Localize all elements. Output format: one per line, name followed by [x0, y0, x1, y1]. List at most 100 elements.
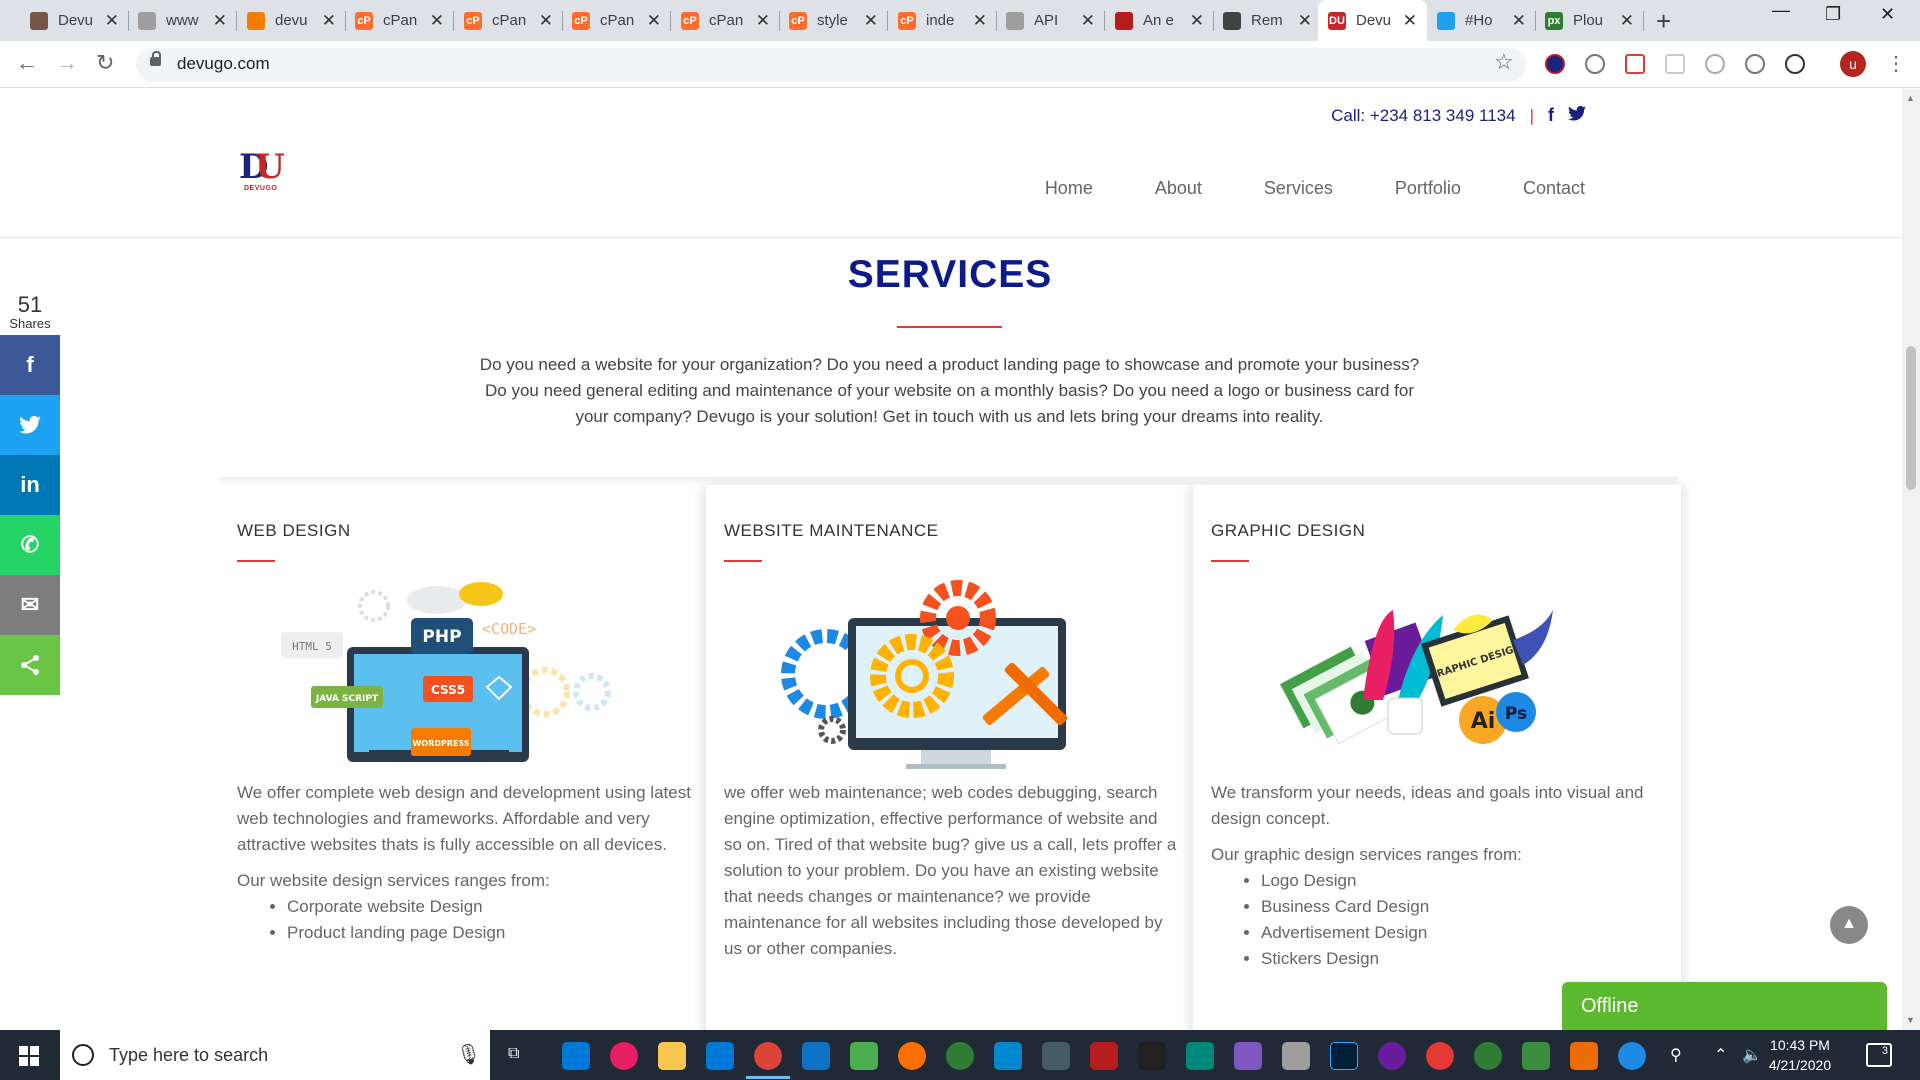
tab-close-icon[interactable]: ✕: [1190, 11, 1204, 31]
tab-close-icon[interactable]: ✕: [1403, 11, 1417, 31]
twitter-icon[interactable]: [1568, 105, 1586, 126]
help-icon[interactable]: [1618, 1042, 1646, 1070]
extension-icon[interactable]: [1585, 54, 1605, 74]
share-linkedin-button[interactable]: in: [0, 455, 60, 515]
browser-tab[interactable]: www ✕: [128, 0, 237, 41]
tab-close-icon[interactable]: ✕: [539, 11, 553, 31]
extension-icon[interactable]: [1665, 54, 1685, 74]
app-icon[interactable]: [1474, 1042, 1502, 1070]
new-tab-button[interactable]: +: [1656, 6, 1671, 37]
site-logo[interactable]: DU DEVUGO: [239, 147, 285, 192]
url-text[interactable]: devugo.com: [177, 54, 270, 74]
chrome-icon[interactable]: [754, 1042, 782, 1070]
microphone-icon[interactable]: 🎙: [456, 1042, 481, 1067]
browser-tab[interactable]: Devu ✕: [20, 0, 129, 41]
taskbar-clock[interactable]: 10:43 PM 4/21/2020: [1720, 1035, 1880, 1075]
app-icon[interactable]: [1282, 1042, 1310, 1070]
people-icon[interactable]: ⚲: [1670, 1045, 1682, 1065]
tab-close-icon[interactable]: ✕: [973, 11, 987, 31]
share-facebook-button[interactable]: f: [0, 335, 60, 395]
scroll-to-top-button[interactable]: ▲: [1830, 906, 1868, 944]
tab-close-icon[interactable]: ✕: [1512, 11, 1526, 31]
browser-tab[interactable]: cP inde ✕: [888, 0, 997, 41]
tab-close-icon[interactable]: ✕: [430, 11, 444, 31]
photoshop-icon[interactable]: [1330, 1042, 1358, 1070]
app-icon[interactable]: [1042, 1042, 1070, 1070]
nav-services[interactable]: Services: [1264, 178, 1333, 199]
browser-menu-icon[interactable]: ⋮: [1886, 51, 1906, 76]
back-icon[interactable]: ←: [16, 50, 38, 76]
app-icon[interactable]: [946, 1042, 974, 1070]
bookmark-star-icon[interactable]: ☆: [1494, 49, 1514, 75]
app-icon[interactable]: [1378, 1042, 1406, 1070]
itunes-icon[interactable]: [610, 1042, 638, 1070]
app-icon[interactable]: [994, 1042, 1022, 1070]
tab-close-icon[interactable]: ✕: [322, 11, 336, 31]
edge-icon[interactable]: [562, 1042, 590, 1070]
browser-tab[interactable]: cP cPan ✕: [345, 0, 454, 41]
nav-about[interactable]: About: [1155, 178, 1202, 199]
nav-home[interactable]: Home: [1045, 178, 1093, 199]
file-explorer-icon[interactable]: [658, 1042, 686, 1070]
extension-icon[interactable]: [1545, 54, 1565, 74]
scrollbar-thumb[interactable]: [1906, 346, 1916, 490]
browser-tab[interactable]: Rem ✕: [1213, 0, 1322, 41]
tab-close-icon[interactable]: ✕: [647, 11, 661, 31]
share-twitter-button[interactable]: [0, 395, 60, 455]
browser-tab[interactable]: cP cPan ✕: [454, 0, 563, 41]
profile-avatar[interactable]: u: [1840, 51, 1866, 77]
share-email-button[interactable]: ✉: [0, 575, 60, 635]
call-number[interactable]: Call: +234 813 349 1134: [1331, 106, 1515, 126]
figma-icon[interactable]: [1234, 1042, 1262, 1070]
browser-tab[interactable]: px Plou ✕: [1535, 0, 1644, 41]
browser-tab[interactable]: cP style ✕: [779, 0, 888, 41]
extension-icon[interactable]: [1785, 54, 1805, 74]
share-whatsapp-button[interactable]: ✆: [0, 515, 60, 575]
address-bar[interactable]: [136, 48, 1526, 82]
tab-close-icon[interactable]: ✕: [756, 11, 770, 31]
browser-tab[interactable]: cP cPan ✕: [562, 0, 671, 41]
reload-icon[interactable]: ↻: [96, 50, 114, 76]
app-icon[interactable]: [1426, 1042, 1454, 1070]
browser-tab[interactable]: API ✕: [996, 0, 1105, 41]
browser-tab[interactable]: An e ✕: [1105, 0, 1214, 41]
extension-icon[interactable]: [1745, 54, 1765, 74]
tab-close-icon[interactable]: ✕: [1081, 11, 1095, 31]
browser-tab[interactable]: cP cPan ✕: [671, 0, 780, 41]
task-view-icon[interactable]: ⧉: [508, 1045, 519, 1063]
vlc-icon[interactable]: [1570, 1042, 1598, 1070]
extension-icon[interactable]: [1705, 54, 1725, 74]
vscode-icon[interactable]: [802, 1042, 830, 1070]
filezilla-icon[interactable]: [1090, 1042, 1118, 1070]
tab-close-icon[interactable]: ✕: [1298, 11, 1312, 31]
minimize-button[interactable]: —: [1772, 0, 1790, 21]
notification-center-icon[interactable]: 3: [1866, 1043, 1892, 1067]
mail-icon[interactable]: [706, 1042, 734, 1070]
facebook-icon[interactable]: f: [1548, 105, 1554, 126]
app-icon[interactable]: [850, 1042, 878, 1070]
close-window-button[interactable]: ✕: [1880, 4, 1895, 25]
nav-portfolio[interactable]: Portfolio: [1395, 178, 1461, 199]
tab-close-icon[interactable]: ✕: [213, 11, 227, 31]
tab-close-icon[interactable]: ✕: [105, 11, 119, 31]
app-icon[interactable]: [898, 1042, 926, 1070]
page-scrollbar[interactable]: ▲ ▼: [1902, 89, 1920, 1030]
windows-start-icon[interactable]: [19, 1046, 39, 1066]
scroll-up-icon[interactable]: ▲: [1906, 93, 1915, 103]
forward-icon[interactable]: →: [56, 50, 78, 76]
chat-widget-offline[interactable]: Offline: [1562, 982, 1887, 1030]
app-icon[interactable]: [1138, 1042, 1166, 1070]
tab-close-icon[interactable]: ✕: [1620, 11, 1634, 31]
scroll-down-icon[interactable]: ▼: [1906, 1015, 1915, 1025]
taskbar-search[interactable]: Type here to search 🎙: [60, 1030, 490, 1080]
maximize-button[interactable]: ❐: [1825, 4, 1841, 25]
browser-tab[interactable]: #Ho ✕: [1427, 0, 1536, 41]
browser-tab[interactable]: devu ✕: [237, 0, 346, 41]
extension-icon[interactable]: [1625, 54, 1645, 74]
nav-contact[interactable]: Contact: [1523, 178, 1585, 199]
app-icon[interactable]: [1522, 1042, 1550, 1070]
app-icon[interactable]: [1186, 1042, 1214, 1070]
browser-tab[interactable]: DU Devu ✕: [1318, 0, 1427, 41]
share-more-button[interactable]: [0, 635, 60, 695]
tab-close-icon[interactable]: ✕: [864, 11, 878, 31]
